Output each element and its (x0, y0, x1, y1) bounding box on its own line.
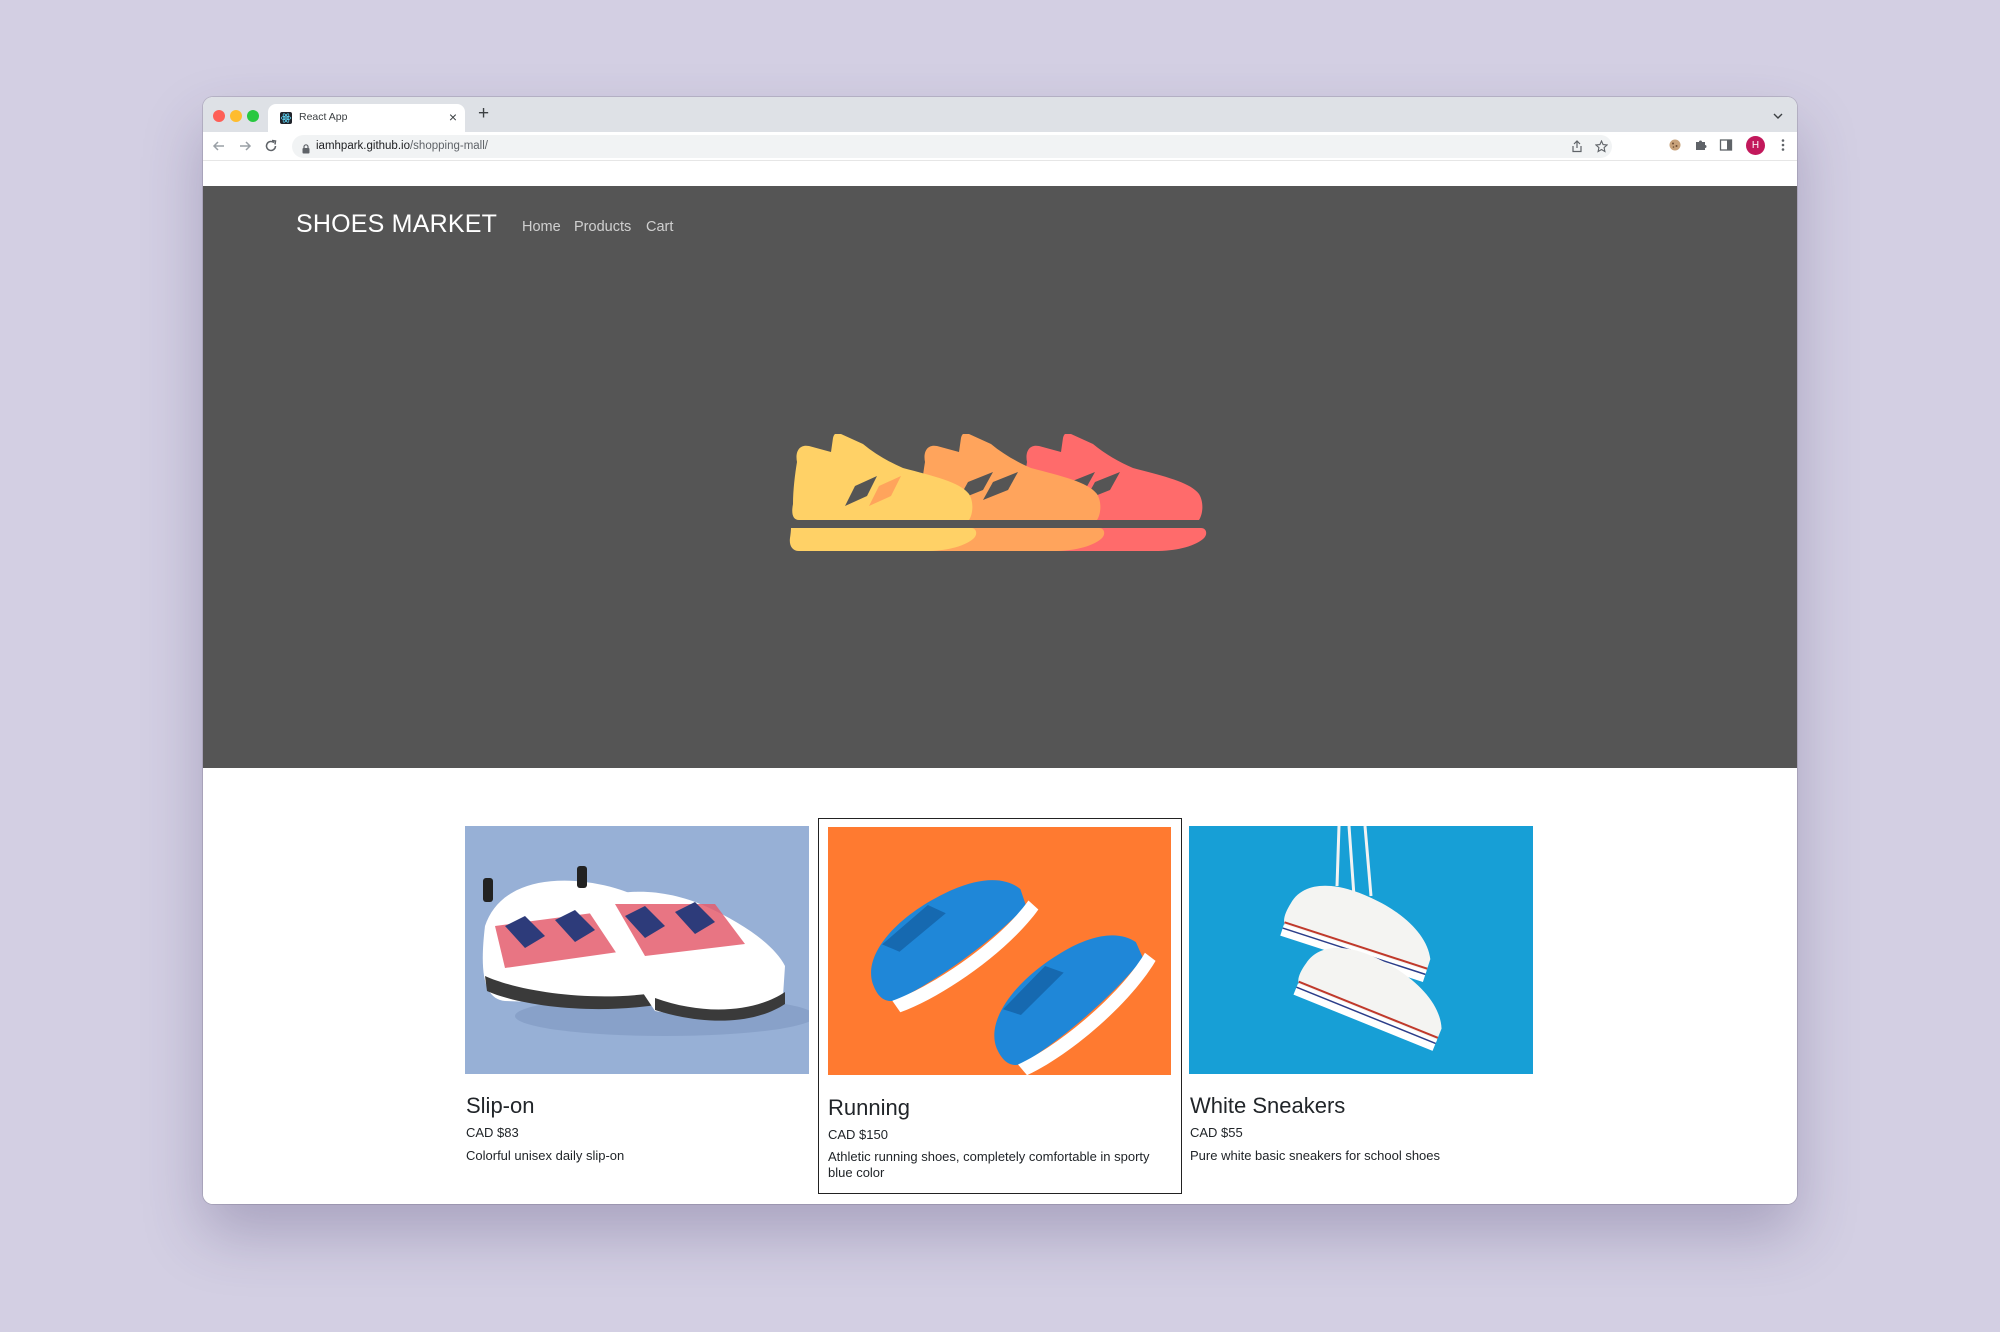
back-arrow-icon[interactable] (211, 138, 227, 154)
nav-link-products[interactable]: Products (574, 219, 631, 235)
product-description: Athletic running shoes, completely comfo… (828, 1149, 1150, 1180)
profile-avatar[interactable]: H (1746, 136, 1765, 155)
nav-link-cart[interactable]: Cart (646, 219, 673, 235)
product-name[interactable]: White Sneakers (1190, 1093, 1345, 1119)
product-price: CAD $150 (828, 1127, 888, 1142)
more-menu-icon[interactable] (1781, 138, 1785, 157)
shoes-logo-icon (789, 434, 1207, 551)
product-image-slip-on[interactable] (465, 826, 809, 1074)
browser-toolbar: iamhpark.github.io/shopping-mall/ H (203, 132, 1797, 160)
product-name[interactable]: Running (828, 1095, 910, 1121)
tab-react-app[interactable]: React App × (268, 104, 465, 132)
product-description: Colorful unisex daily slip-on (466, 1148, 625, 1163)
product-price: CAD $55 (1190, 1125, 1243, 1140)
nav-link-home[interactable]: Home (522, 219, 561, 235)
extension-cookie-icon[interactable] (1668, 138, 1682, 157)
minimize-window-button[interactable] (230, 110, 242, 122)
bookmark-star-icon[interactable] (1594, 139, 1609, 158)
product-name[interactable]: Slip-on (466, 1093, 534, 1119)
tab-title: React App (299, 111, 348, 123)
forward-arrow-icon[interactable] (237, 138, 253, 154)
tab-strip: React App × + (203, 97, 1797, 132)
new-tab-button[interactable]: + (478, 103, 489, 125)
product-card-slip-on[interactable]: Slip-on CAD $83 Colorful unisex daily sl… (457, 818, 821, 1194)
extensions-puzzle-icon[interactable] (1694, 138, 1708, 157)
url-domain: iamhpark.github.io (316, 140, 410, 152)
product-card-running[interactable]: Running CAD $150 Athletic running shoes,… (818, 818, 1182, 1194)
page-top-gap (203, 160, 1797, 186)
reload-icon[interactable] (263, 138, 279, 154)
browser-window: React App × + iamhpark.github.io/shoppin… (203, 97, 1797, 1204)
product-image-white-sneakers[interactable] (1189, 826, 1533, 1074)
product-image-running[interactable] (828, 827, 1171, 1075)
product-description: Pure white basic sneakers for school sho… (1190, 1148, 1441, 1163)
site-header: SHOES MARKET Home Products Cart (203, 186, 1797, 768)
address-bar[interactable]: iamhpark.github.io/shopping-mall/ (292, 135, 1612, 158)
close-window-button[interactable] (213, 110, 225, 122)
product-price: CAD $83 (466, 1125, 519, 1140)
product-card-white-sneakers[interactable]: White Sneakers CAD $55 Pure white basic … (1181, 818, 1545, 1194)
url-text[interactable]: iamhpark.github.io/shopping-mall/ (316, 140, 488, 152)
react-icon (280, 112, 292, 124)
chevron-down-icon[interactable] (1773, 107, 1783, 125)
side-panel-icon[interactable] (1719, 138, 1733, 157)
tab-close-icon[interactable]: × (449, 108, 457, 126)
brand-logo[interactable]: SHOES MARKET (296, 210, 497, 239)
share-icon[interactable] (1571, 140, 1583, 158)
maximize-window-button[interactable] (247, 110, 259, 122)
lock-icon[interactable] (302, 141, 310, 159)
product-list: Slip-on CAD $83 Colorful unisex daily sl… (203, 768, 1797, 1204)
url-path: /shopping-mall/ (409, 140, 488, 152)
